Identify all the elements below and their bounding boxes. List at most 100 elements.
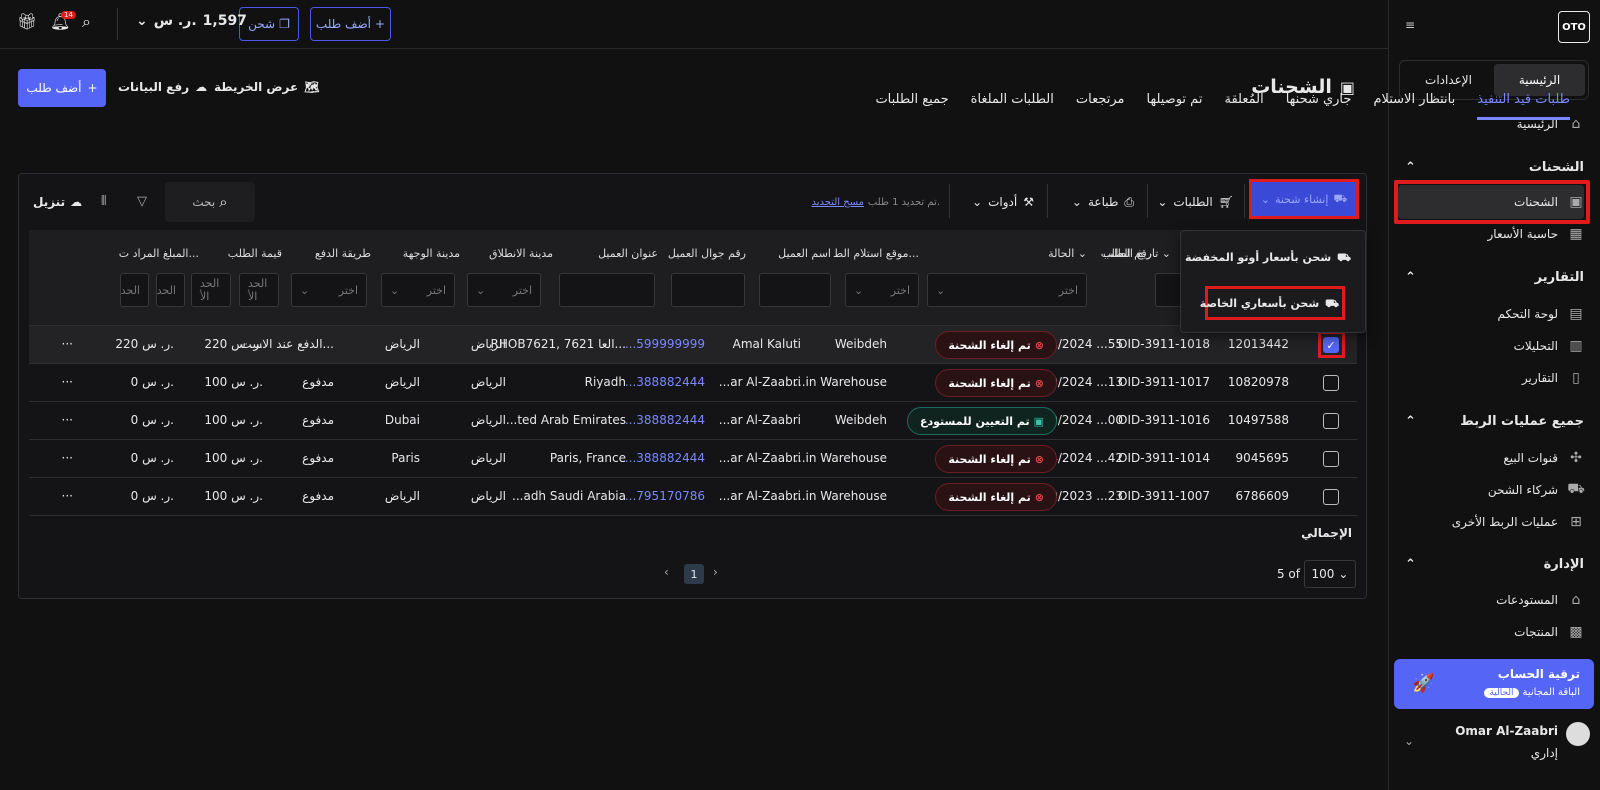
row-checkbox[interactable]	[1323, 489, 1339, 505]
chevron-down-icon[interactable]: ⌄	[1404, 734, 1414, 748]
per-page-select[interactable]: 100 ⌄	[1304, 560, 1356, 588]
top-add-order-button[interactable]: أضف طلب +	[310, 7, 391, 41]
more-icon[interactable]: ···	[62, 337, 73, 351]
page-1-button[interactable]: 1	[684, 564, 704, 584]
col-status[interactable]: الحالة ⌄	[1048, 247, 1087, 260]
chevron-down-icon: ⌄	[1071, 195, 1082, 209]
menu-item-oto-rates[interactable]: ⛟ شحن بأسعار أوتو المخفضة	[1185, 251, 1351, 266]
more-icon[interactable]: ···	[62, 451, 73, 465]
copy-icon: ❐	[279, 17, 290, 31]
origin-filter[interactable]: اختر ⌄	[467, 273, 541, 307]
tools-menu[interactable]: ⚒ أدوات ⌄	[972, 195, 1034, 209]
table-row[interactable]: 9045695 OID-3911-1014 25/04/2024 ...42 ت…	[29, 440, 1357, 478]
more-icon[interactable]: ···	[62, 413, 73, 427]
tab-awaiting-pickup[interactable]: بانتظار الاستلام	[1373, 92, 1455, 120]
row-checkbox[interactable]	[1323, 451, 1339, 467]
value-max-filter[interactable]: الحد الأ	[191, 273, 231, 307]
col-amount: المبلغ المراد ت...	[118, 247, 199, 260]
row-checkbox[interactable]: ✓	[1323, 337, 1339, 353]
map-view-button[interactable]: عرض الخريطة 🗺︎	[214, 80, 319, 94]
section-shipments[interactable]: الشحنات ⌃	[1405, 160, 1584, 175]
add-order-button[interactable]: أضف طلب +	[18, 69, 106, 107]
oto-logo[interactable]: OTO	[1558, 11, 1590, 43]
tab-pending[interactable]: المُعلقة	[1224, 92, 1263, 120]
sidebar-item-shipments[interactable]: ▣ الشحنات	[1514, 192, 1586, 212]
cell-payment: مدفوع	[302, 413, 334, 427]
row-checkbox[interactable]	[1323, 413, 1339, 429]
col-date[interactable]: تاريخ الطلب ⌄	[1103, 247, 1171, 260]
gift-icon[interactable]: 🎁︎	[17, 12, 37, 31]
cell-phone[interactable]: ...599999999	[625, 337, 705, 351]
columns-icon[interactable]: ⫴	[101, 194, 106, 209]
section-reports[interactable]: التقارير ⌃	[1405, 270, 1584, 285]
search-icon[interactable]: ⌕	[82, 12, 91, 32]
cell-origin: الرياض	[470, 413, 506, 427]
sidebar-item-warehouses[interactable]: ⌂ المستودعات	[1496, 590, 1586, 610]
tab-in-progress[interactable]: طلبات قيد التنفيذ	[1477, 92, 1570, 120]
orders-menu[interactable]: 🛒︎ الطلبات ⌄	[1157, 195, 1234, 209]
box-icon: ▣	[1569, 194, 1583, 210]
cell-phone[interactable]: ...388882444	[625, 413, 705, 427]
dest-filter[interactable]: اختر ⌄	[381, 273, 455, 307]
cell-customer: ...ar Al-Zaabri	[718, 451, 801, 465]
status-filter[interactable]: اختر ⌄	[927, 273, 1087, 307]
tab-all[interactable]: جميع الطلبات	[875, 92, 948, 120]
address-filter[interactable]	[559, 273, 655, 307]
table-row[interactable]: ✓ 12013442 OID-3911-1018 29/11/2024 ...5…	[29, 326, 1357, 364]
amount-min-filter[interactable]: الحد	[156, 273, 185, 307]
table-row[interactable]: 6786609 OID-3911-1007 22/10/2023 ...23 ت…	[29, 478, 1357, 516]
menu-item-own-rates[interactable]: ⛟ شحن بأسعاري الخاصة	[1200, 297, 1339, 312]
cell-phone[interactable]: ...795170786	[625, 489, 705, 503]
row-checkbox[interactable]	[1323, 375, 1339, 391]
chevron-up-icon: ⌃	[1405, 414, 1416, 429]
sidebar-item-products[interactable]: ▩ المنتجات	[1514, 622, 1586, 642]
balance-display[interactable]: ⌄ ر. س. 1,597	[136, 13, 247, 29]
menu-collapse-icon[interactable]: ≡	[1405, 18, 1415, 32]
sidebar-item-other-integrations[interactable]: ⊞ عمليات الربط الأخرى	[1452, 512, 1586, 532]
cancel-icon: ⊗	[1034, 338, 1044, 352]
sidebar-item-dashboard[interactable]: ▤ لوحة التحكم	[1498, 304, 1587, 324]
cell-phone[interactable]: ...388882444	[625, 375, 705, 389]
table-row[interactable]: 10497588 OID-3911-1016 04/09/2024 ...00 …	[29, 402, 1357, 440]
download-button[interactable]: تنزيل ☁	[33, 195, 82, 209]
filter-icon[interactable]: ▽	[137, 194, 147, 209]
sidebar-item-sales-channels[interactable]: ✣ قنوات البيع	[1503, 448, 1586, 468]
next-page-icon[interactable]: ›	[713, 565, 718, 579]
cell-payment: مدفوع	[302, 451, 334, 465]
value-min-filter[interactable]: الحد الأ	[239, 273, 279, 307]
pickup-filter[interactable]: اختر ⌄	[845, 273, 919, 307]
customer-filter[interactable]	[759, 273, 831, 307]
amount-max-filter[interactable]: الحد	[120, 273, 149, 307]
phone-filter[interactable]	[671, 273, 745, 307]
col-payment: طريقة الدفع	[314, 247, 371, 260]
tab-cancelled[interactable]: الطلبات الملغاة	[971, 92, 1054, 120]
section-integrations[interactable]: جميع عمليات الربط ⌃	[1405, 414, 1584, 429]
search-input[interactable]: بحث ⌕	[165, 182, 255, 222]
cell-payment: مدفوع	[302, 375, 334, 389]
upload-data-button[interactable]: رفع البيانات ☁	[118, 80, 207, 94]
divider	[117, 8, 118, 40]
tab-shipping[interactable]: جاري شحنها	[1286, 92, 1352, 120]
more-icon[interactable]: ···	[62, 489, 73, 503]
clear-selection-link[interactable]: مسح التحديد	[812, 197, 865, 208]
section-management[interactable]: الإدارة ⌃	[1405, 557, 1584, 572]
cell-value: 220 ر. س.	[204, 337, 263, 351]
col-dest: مدينة الوجهة	[402, 247, 460, 260]
sidebar-item-carriers[interactable]: ⛟ شركاء الشحن	[1488, 480, 1586, 500]
user-profile[interactable]: Omar Al-Zaabri إداري ⌄	[1400, 718, 1590, 778]
prev-page-icon[interactable]: ‹	[664, 565, 669, 579]
sidebar-item-calculator[interactable]: ▦ حاسبة الأسعار	[1488, 224, 1586, 244]
cell-phone[interactable]: ...388882444	[625, 451, 705, 465]
more-icon[interactable]: ···	[62, 375, 73, 389]
payment-filter[interactable]: اختر ⌄	[291, 273, 367, 307]
cell-dest: Dubai	[384, 413, 420, 427]
sidebar-item-analytics[interactable]: ▥ التحليلات	[1514, 336, 1586, 356]
tab-returns[interactable]: مرتجعات	[1076, 92, 1125, 120]
create-shipment-button[interactable]: ⛟ إنشاء شحنة ⌄	[1249, 179, 1359, 219]
table-row[interactable]: 10820978 OID-3911-1017 23/09/2024 ...13 …	[29, 364, 1357, 402]
sidebar-item-reports[interactable]: ▯ التقارير	[1522, 368, 1586, 388]
print-menu[interactable]: ⎙ طباعة ⌄	[1072, 195, 1134, 210]
tab-delivered[interactable]: تم توصيلها	[1147, 92, 1203, 120]
top-ship-button[interactable]: شحن ❐	[239, 7, 299, 41]
upgrade-card[interactable]: ترقية الحساب الباقة المجانية الحالية 🚀	[1394, 659, 1594, 709]
